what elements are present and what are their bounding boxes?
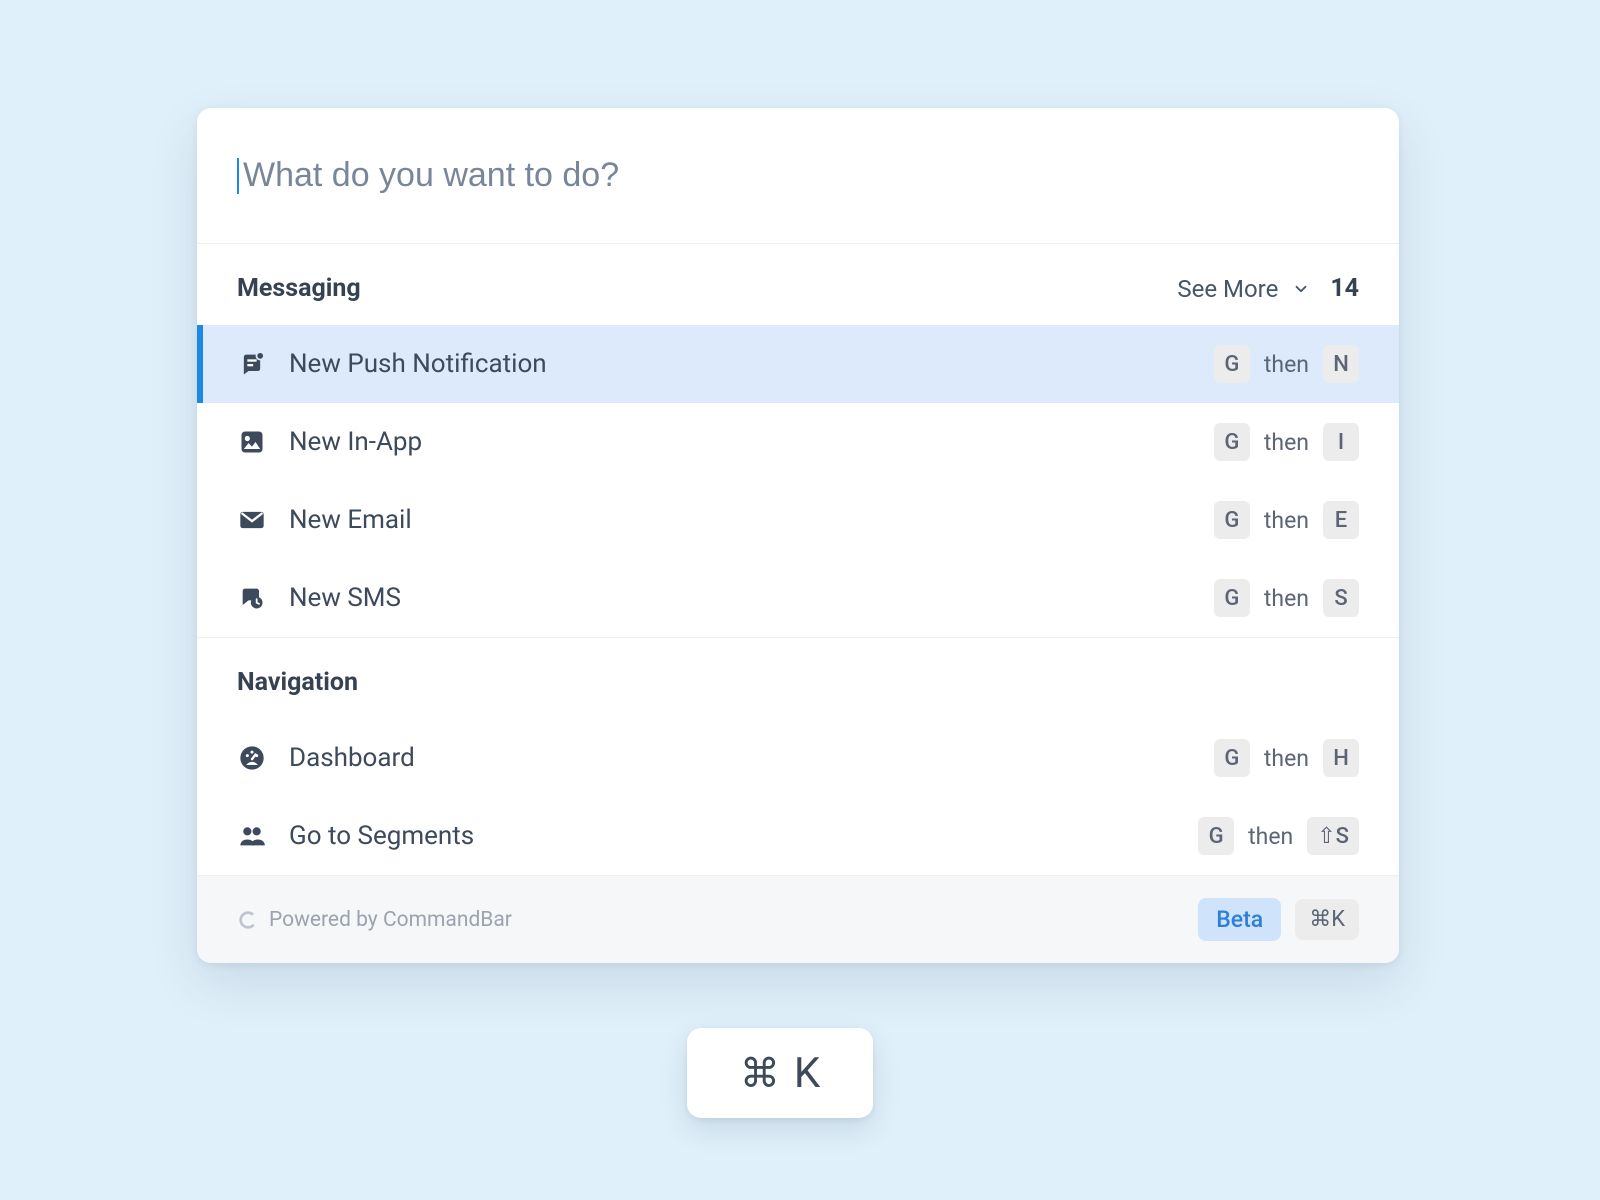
command-item-new-sms[interactable]: New SMS G then S xyxy=(197,559,1399,637)
command-label: Dashboard xyxy=(289,743,1214,773)
shortcut-hint: G then E xyxy=(1214,501,1359,539)
email-icon xyxy=(237,505,267,535)
then-text: then xyxy=(1264,745,1309,772)
key: G xyxy=(1198,817,1234,855)
key: G xyxy=(1214,345,1250,383)
see-more-label: See More xyxy=(1177,275,1278,303)
sms-icon xyxy=(237,583,267,613)
key: G xyxy=(1214,501,1250,539)
then-text: then xyxy=(1264,351,1309,378)
command-label: New Email xyxy=(289,505,1214,535)
shortcut-key: K xyxy=(794,1049,820,1098)
key: E xyxy=(1323,501,1359,539)
key: ⇧S xyxy=(1307,817,1359,855)
key: G xyxy=(1214,423,1250,461)
command-icon: ⌘ xyxy=(740,1050,780,1097)
shortcut-hint: G then S xyxy=(1214,579,1359,617)
see-more-button[interactable]: See More 14 xyxy=(1177,274,1359,303)
key: N xyxy=(1323,345,1359,383)
command-label: Go to Segments xyxy=(289,821,1198,851)
key: S xyxy=(1323,579,1359,617)
command-label: New In-App xyxy=(289,427,1214,457)
key: I xyxy=(1323,423,1359,461)
powered-by: Powered by CommandBar xyxy=(237,908,512,932)
section-header-messaging: Messaging See More 14 xyxy=(197,244,1399,325)
section-title: Messaging xyxy=(237,274,1177,303)
shortcut-hint: G then ⇧S xyxy=(1198,817,1359,855)
commandbar-logo-icon xyxy=(237,909,259,931)
beta-badge: Beta xyxy=(1198,898,1281,941)
section-header-navigation: Navigation xyxy=(197,638,1399,719)
then-text: then xyxy=(1264,429,1309,456)
section-title: Navigation xyxy=(237,668,1359,697)
then-text: then xyxy=(1264,585,1309,612)
dashboard-icon xyxy=(237,743,267,773)
key: G xyxy=(1214,739,1250,777)
in-app-icon xyxy=(237,427,267,457)
text-cursor xyxy=(237,158,239,194)
shortcut-hint: G then H xyxy=(1214,739,1359,777)
search-input[interactable] xyxy=(243,156,1359,195)
command-item-new-email[interactable]: New Email G then E xyxy=(197,481,1399,559)
see-more-count: 14 xyxy=(1330,274,1359,303)
shortcut-hint: G then I xyxy=(1214,423,1359,461)
footer-shortcut: ⌘K xyxy=(1295,899,1359,940)
command-palette: Messaging See More 14 New Push Notificat… xyxy=(197,108,1399,963)
key: G xyxy=(1214,579,1250,617)
standalone-shortcut-badge: ⌘ K xyxy=(687,1028,873,1118)
command-label: New SMS xyxy=(289,583,1214,613)
key: H xyxy=(1323,739,1359,777)
push-notification-icon xyxy=(237,349,267,379)
chevron-down-icon xyxy=(1292,280,1310,298)
powered-by-text: Powered by CommandBar xyxy=(269,908,512,932)
command-item-segments[interactable]: Go to Segments G then ⇧S xyxy=(197,797,1399,875)
palette-footer: Powered by CommandBar Beta ⌘K xyxy=(197,875,1399,963)
shortcut-hint: G then N xyxy=(1214,345,1359,383)
segments-icon xyxy=(237,821,267,851)
command-item-dashboard[interactable]: Dashboard G then H xyxy=(197,719,1399,797)
search-row xyxy=(197,108,1399,243)
then-text: then xyxy=(1248,823,1293,850)
command-item-new-inapp[interactable]: New In-App G then I xyxy=(197,403,1399,481)
then-text: then xyxy=(1264,507,1309,534)
command-item-new-push[interactable]: New Push Notification G then N xyxy=(197,325,1399,403)
command-label: New Push Notification xyxy=(289,349,1214,379)
